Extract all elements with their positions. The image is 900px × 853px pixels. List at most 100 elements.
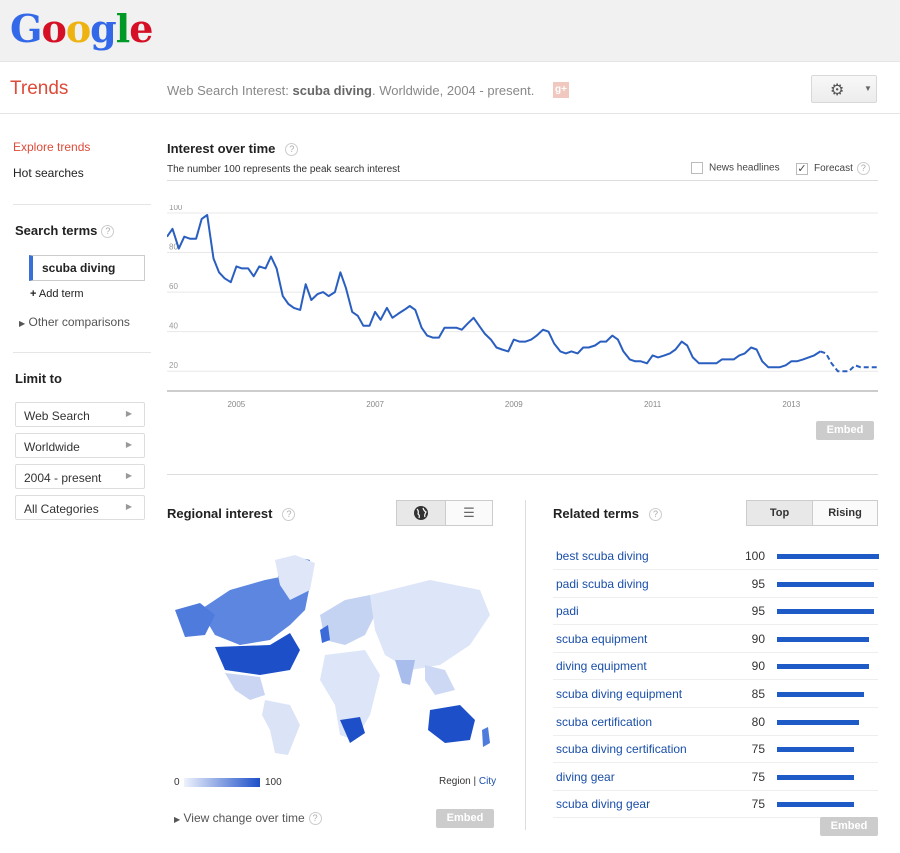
- help-icon[interactable]: ?: [101, 225, 115, 239]
- help-icon[interactable]: ?: [648, 508, 662, 522]
- related-embed-button[interactable]: Embed: [820, 817, 878, 836]
- related-term-link[interactable]: scuba diving equipment: [556, 687, 682, 701]
- forecast-toggle[interactable]: ✓ Forecast?: [796, 162, 870, 175]
- related-term-bar: [777, 747, 854, 753]
- color-scale-gradient: [184, 778, 260, 787]
- map-region-south-america: [262, 700, 300, 755]
- related-terms-heading: Related terms?: [553, 506, 662, 522]
- help-icon[interactable]: ?: [308, 812, 322, 826]
- filter-label: 2004 - present: [24, 471, 102, 485]
- other-comparisons-link[interactable]: ▶ Other comparisons: [19, 315, 130, 329]
- related-term-link[interactable]: scuba equipment: [556, 632, 647, 646]
- divider: [167, 180, 878, 181]
- search-term-scuba-diving[interactable]: scuba diving: [29, 255, 145, 281]
- related-term-value: 100: [744, 549, 765, 563]
- related-term-link[interactable]: best scuba diving: [556, 549, 649, 563]
- related-term-value: 95: [751, 576, 765, 591]
- search-desc-suffix: . Worldwide, 2004 - present.: [371, 83, 535, 98]
- google-plus-share-icon[interactable]: g+: [553, 82, 569, 98]
- related-term-bar: [777, 609, 874, 615]
- scale-max-label: 100: [265, 777, 282, 788]
- chevron-right-icon: ▶: [125, 502, 132, 511]
- related-term-link[interactable]: scuba diving certification: [556, 742, 687, 756]
- view-change-over-time-link[interactable]: ▶ View change over time?: [174, 811, 322, 826]
- related-term-link[interactable]: scuba certification: [556, 715, 652, 729]
- news-headlines-checkbox[interactable]: [691, 162, 703, 174]
- forecast-checkbox[interactable]: ✓: [796, 162, 808, 175]
- related-term-row: scuba equipment 90: [553, 625, 878, 653]
- related-term-row: diving gear 75: [553, 763, 878, 791]
- explore-trends-link[interactable]: Explore trends: [13, 140, 90, 154]
- map-region-se-asia: [425, 665, 455, 695]
- related-term-value: 75: [751, 797, 765, 812]
- map-region-australia: [428, 705, 475, 743]
- related-term-bar: [777, 719, 859, 725]
- related-term-value: 95: [751, 604, 765, 619]
- forecast-label: Forecast: [814, 163, 853, 175]
- filter-label: All Categories: [24, 502, 99, 516]
- world-map[interactable]: [170, 555, 495, 760]
- chevron-right-icon: ▶: [125, 471, 132, 480]
- google-logo[interactable]: Google: [10, 6, 153, 51]
- map-region-new-zealand: [482, 727, 490, 747]
- help-icon[interactable]: ?: [282, 508, 296, 522]
- tab-top[interactable]: Top: [746, 500, 813, 526]
- map-region-mexico: [225, 673, 265, 700]
- help-icon[interactable]: ?: [285, 143, 299, 157]
- triangle-right-icon: ▶: [174, 815, 181, 824]
- related-term-value: 75: [751, 769, 765, 784]
- city-toggle[interactable]: City: [479, 776, 496, 787]
- interest-over-time-heading: Interest over time?: [167, 141, 299, 157]
- search-description: Web Search Interest: scuba diving. World…: [167, 83, 534, 98]
- region-toggle[interactable]: Region: [439, 776, 471, 787]
- settings-button[interactable]: ⚙ ▼: [811, 75, 877, 103]
- list-view-button[interactable]: ☰: [445, 500, 493, 526]
- app-title[interactable]: Trends: [10, 78, 68, 100]
- x-tick-label: 2009: [505, 400, 523, 409]
- limit-to-heading: Limit to: [15, 371, 62, 386]
- related-term-link[interactable]: padi: [556, 604, 579, 618]
- sub-header: Trends Web Search Interest: scuba diving…: [0, 62, 900, 114]
- search-terms-label: Search terms: [15, 223, 98, 238]
- related-term-bar: [777, 774, 854, 780]
- filter-worldwide[interactable]: Worldwide ▶: [15, 433, 145, 458]
- search-desc-prefix: Web Search Interest:: [167, 83, 293, 98]
- interest-line-chart: 204060801002005 2007 2009 2011 2013: [167, 205, 878, 409]
- filter-categories[interactable]: All Categories ▶: [15, 495, 145, 520]
- related-term-row: padi scuba diving 95: [553, 570, 878, 598]
- map-view-button[interactable]: [396, 500, 446, 526]
- tab-rising[interactable]: Rising: [812, 500, 878, 526]
- news-headlines-toggle[interactable]: News headlines: [691, 162, 780, 174]
- y-tick-label: 100: [169, 205, 183, 212]
- regional-embed-button[interactable]: Embed: [436, 809, 494, 828]
- hot-searches-link[interactable]: Hot searches: [13, 166, 84, 180]
- add-term-link[interactable]: + Add term: [30, 288, 84, 300]
- filter-web-search[interactable]: Web Search ▶: [15, 402, 145, 427]
- y-tick-label: 60: [169, 282, 178, 291]
- related-term-link[interactable]: scuba diving gear: [556, 797, 650, 811]
- related-term-row: scuba diving certification 75: [553, 735, 878, 764]
- interest-embed-button[interactable]: Embed: [816, 421, 874, 440]
- triangle-right-icon: ▶: [19, 319, 26, 328]
- related-term-bar: [777, 802, 854, 808]
- filter-label: Web Search: [24, 409, 90, 423]
- related-term-value: 80: [751, 714, 765, 729]
- related-term-link[interactable]: diving equipment: [556, 659, 647, 673]
- related-term-bar: [777, 636, 869, 642]
- help-icon[interactable]: ?: [856, 162, 870, 175]
- chevron-right-icon: ▶: [125, 440, 132, 449]
- divider: [13, 352, 151, 353]
- related-term-link[interactable]: diving gear: [556, 770, 615, 784]
- related-term-link[interactable]: padi scuba diving: [556, 577, 649, 591]
- related-term-bar: [777, 554, 879, 559]
- related-term-row: scuba diving equipment 85: [553, 680, 878, 708]
- divider: [167, 474, 878, 475]
- gear-icon: ⚙: [830, 82, 845, 99]
- y-tick-label: 40: [169, 322, 178, 331]
- filter-date-range[interactable]: 2004 - present ▶: [15, 464, 145, 489]
- search-terms-heading: Search terms?: [15, 223, 115, 239]
- interest-subtitle: The number 100 represents the peak searc…: [167, 164, 400, 175]
- plus-icon: +: [30, 288, 37, 300]
- divider: [13, 204, 151, 205]
- regional-interest-heading: Regional interest?: [167, 506, 296, 522]
